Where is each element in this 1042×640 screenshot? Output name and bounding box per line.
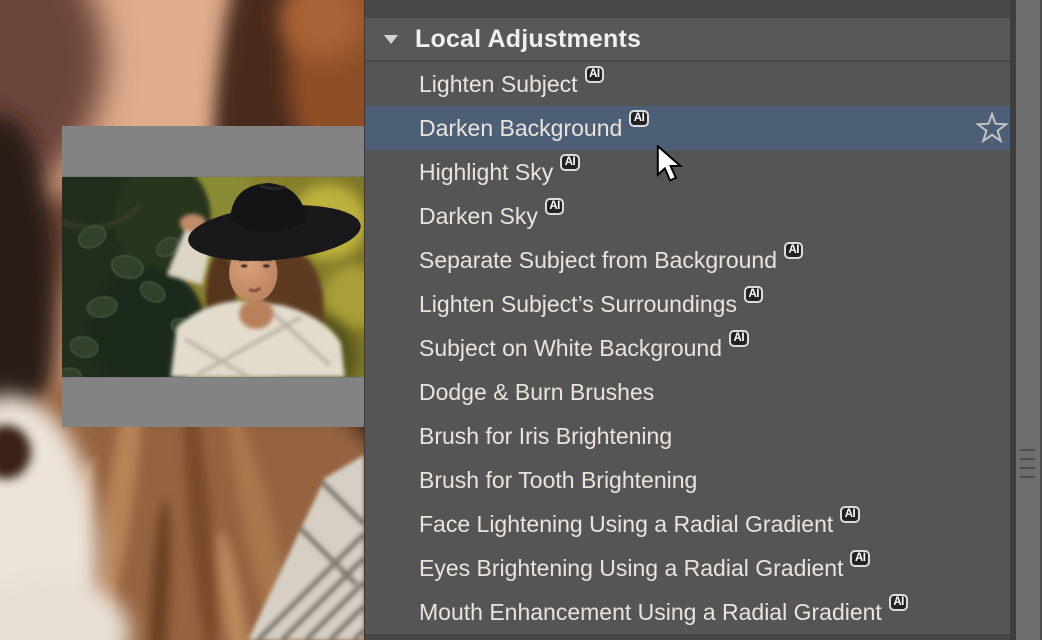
preview-navigator-top-bar[interactable]	[62, 126, 364, 177]
grip-handle-icon[interactable]	[1020, 449, 1035, 480]
list-item-label: Subject on White Background	[419, 335, 722, 362]
preview-navigator-window	[62, 126, 364, 427]
preset-list-item[interactable]: Brush for Iris Brightening	[365, 414, 1010, 458]
adjustments-list: Lighten Subject AI Darken Background AI …	[365, 62, 1010, 634]
preset-list-item[interactable]: Face Lightening Using a Radial Gradient …	[365, 502, 1010, 546]
list-item-label: Eyes Brightening Using a Radial Gradient	[419, 555, 843, 582]
ai-badge: AI	[889, 594, 909, 611]
list-item-label: Mouth Enhancement Using a Radial Gradien…	[419, 599, 882, 626]
preset-list-item[interactable]: Darken Background AI	[365, 106, 1010, 150]
preview-navigator-thumbnail[interactable]	[62, 177, 364, 377]
adjustments-panel: Local Adjustments Lighten Subject AI Dar…	[364, 0, 1042, 640]
list-item-label: Highlight Sky	[419, 159, 553, 186]
list-item-label: Lighten Subject	[419, 71, 578, 98]
ai-badge: AI	[560, 154, 580, 171]
list-item-label: Darken Background	[419, 115, 622, 142]
panel-bottom-strip	[365, 634, 1010, 640]
section-title: Local Adjustments	[415, 25, 641, 54]
list-item-label: Brush for Iris Brightening	[419, 423, 672, 450]
panel-top-strip	[365, 0, 1010, 18]
preset-list-item[interactable]: Darken Sky AI	[365, 194, 1010, 238]
ai-badge: AI	[850, 550, 870, 567]
preset-list-item[interactable]: Brush for Tooth Brightening	[365, 458, 1010, 502]
preset-list-item[interactable]: Subject on White Background AI	[365, 326, 1010, 370]
ai-badge: AI	[784, 242, 804, 259]
preset-list-item[interactable]: Highlight Sky AI	[365, 150, 1010, 194]
thumbnail-portrait-photo	[62, 177, 364, 377]
preset-list-item[interactable]: Eyes Brightening Using a Radial Gradient…	[365, 546, 1010, 590]
app-window: Local Adjustments Lighten Subject AI Dar…	[0, 0, 1042, 640]
list-item-label: Separate Subject from Background	[419, 247, 777, 274]
preset-list-item[interactable]: Dodge & Burn Brushes	[365, 370, 1010, 414]
ai-badge: AI	[744, 286, 764, 303]
list-item-label: Dodge & Burn Brushes	[419, 379, 654, 406]
preset-list-item[interactable]: Separate Subject from Background AI	[365, 238, 1010, 282]
ai-badge: AI	[729, 330, 749, 347]
favorite-star-icon[interactable]	[976, 112, 1008, 144]
ai-badge: AI	[545, 198, 565, 215]
photo-canvas[interactable]	[0, 0, 364, 640]
preset-list-item[interactable]: Lighten Subject’s Surroundings AI	[365, 282, 1010, 326]
section-header-local-adjustments[interactable]: Local Adjustments	[365, 18, 1010, 62]
list-item-label: Lighten Subject’s Surroundings	[419, 291, 737, 318]
preset-list-item[interactable]: Mouth Enhancement Using a Radial Gradien…	[365, 590, 1010, 634]
preset-list-item[interactable]: Lighten Subject AI	[365, 62, 1010, 106]
list-item-label: Face Lightening Using a Radial Gradient	[419, 511, 833, 538]
adjustments-panel-main: Local Adjustments Lighten Subject AI Dar…	[364, 0, 1010, 640]
collapse-triangle-icon[interactable]	[384, 35, 398, 44]
list-item-label: Brush for Tooth Brightening	[419, 467, 697, 494]
ai-badge: AI	[840, 506, 860, 523]
ai-badge: AI	[585, 66, 605, 83]
ai-badge: AI	[629, 110, 649, 127]
list-item-label: Darken Sky	[419, 203, 538, 230]
preview-navigator-bottom-bar[interactable]	[62, 377, 364, 427]
panel-splitter[interactable]	[1016, 0, 1042, 640]
